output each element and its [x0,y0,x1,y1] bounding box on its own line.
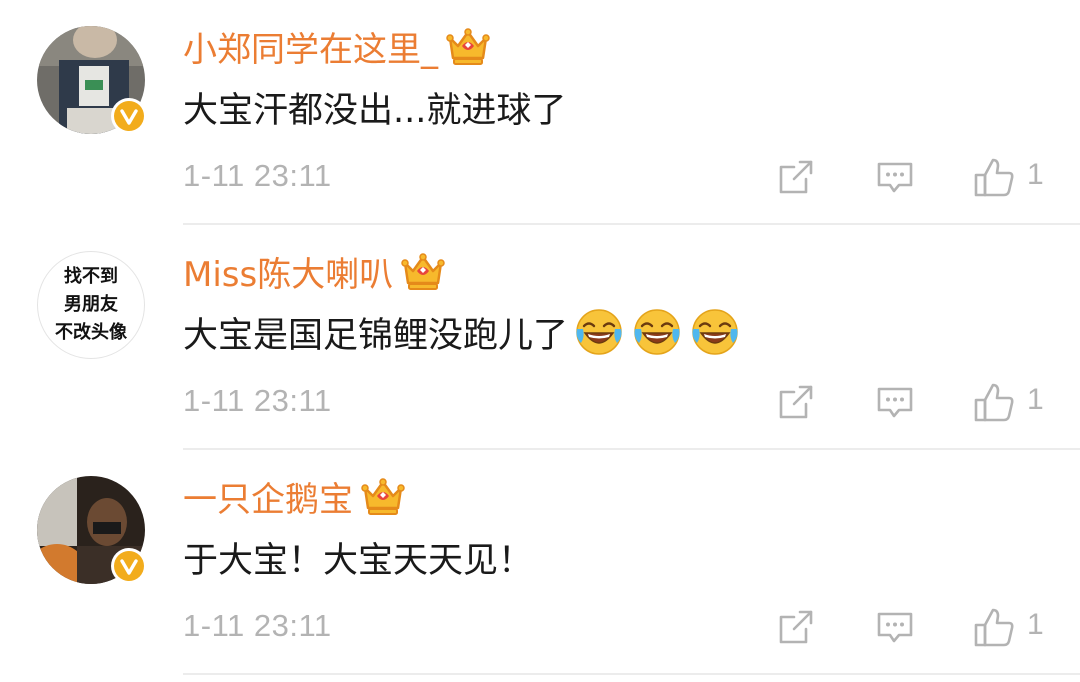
laughing-crying-emoji [632,307,682,357]
comment-body: 大宝是国足锦鲤没跑儿了 [183,315,569,356]
laughing-crying-emoji [690,307,740,357]
comment-icon[interactable] [875,382,915,422]
comment-icon[interactable] [875,157,915,197]
like-count: 1 [1027,383,1044,416]
username[interactable]: Miss陈大喇叭 [183,247,393,296]
comment-body: 于大宝！大宝天天见！ [183,540,534,581]
share-icon[interactable] [776,382,816,422]
comment-icon[interactable] [875,607,915,647]
timestamp: 1-11 23:11 [183,608,332,643]
thumbs-up-icon[interactable] [972,380,1016,424]
comment-text: 大宝汗都没出...就进球了 [183,80,566,134]
comment-item: 找不到 男朋友 不改头像 Miss陈大喇叭 大宝是国足锦鲤没跑儿了 1-11 2… [0,225,1080,450]
avatar[interactable]: 找不到 男朋友 不改头像 [37,251,145,359]
thumbs-up-icon[interactable] [972,605,1016,649]
comment-item: 一只企鹅宝 于大宝！大宝天天见！ 1-11 23:11 1 [0,450,1080,675]
crown-vip-icon [401,249,445,293]
crown-vip-icon [446,24,490,68]
verified-badge [111,98,147,134]
avatar-text-line: 找不到 [64,266,118,287]
verified-badge [111,548,147,584]
like-count: 1 [1027,608,1044,641]
avatar-text-line: 不改头像 [55,322,127,343]
comment-item: 小郑同学在这里_ 大宝汗都没出...就进球了 1-11 23:11 1 [0,0,1080,225]
timestamp: 1-11 23:11 [183,383,332,418]
laughing-crying-emoji [574,307,624,357]
avatar-text-line: 男朋友 [64,294,118,315]
comment-text: 大宝是国足锦鲤没跑儿了 [183,305,748,359]
divider [183,673,1080,675]
comment-text: 于大宝！大宝天天见！ [183,530,533,584]
share-icon[interactable] [776,157,816,197]
share-icon[interactable] [776,607,816,647]
thumbs-up-icon[interactable] [972,155,1016,199]
comment-body: 大宝汗都没出...就进球了 [183,90,567,131]
like-count: 1 [1027,158,1044,191]
crown-vip-icon [361,474,405,518]
timestamp: 1-11 23:11 [183,158,332,193]
username[interactable]: 小郑同学在这里_ [183,22,438,71]
username[interactable]: 一只企鹅宝 [183,472,353,521]
